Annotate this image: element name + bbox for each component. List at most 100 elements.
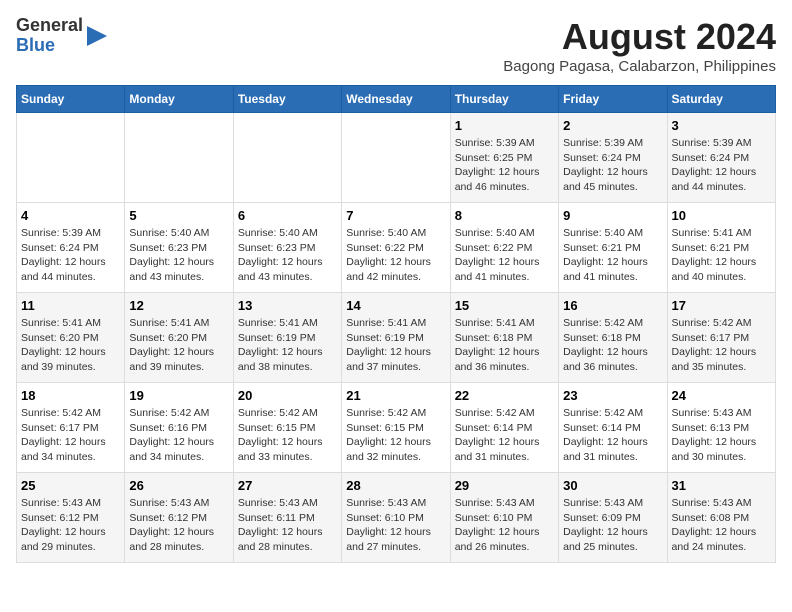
- calendar-cell: 30 Sunrise: 5:43 AM Sunset: 6:09 PM Dayli…: [559, 473, 667, 563]
- calendar-week-row: 25Sunrise: 5:43 AM Sunset: 6:12 PM Dayli…: [17, 473, 776, 563]
- day-number: 15: [455, 298, 554, 313]
- calendar-cell: [125, 113, 233, 203]
- logo-blue: Blue: [16, 35, 55, 55]
- cell-content: Sunrise: 5:43 AM Sunset: 6:13 PM Dayligh…: [672, 406, 771, 465]
- calendar-cell: 18Sunrise: 5:42 AM Sunset: 6:17 PM Dayli…: [17, 383, 125, 473]
- day-number: 21: [346, 388, 445, 403]
- cell-content: Sunrise: 5:40 AM Sunset: 6:21 PM Dayligh…: [563, 226, 662, 285]
- logo-arrow-icon: [87, 26, 107, 46]
- cell-content: Sunrise: 5:42 AM Sunset: 6:14 PM Dayligh…: [455, 406, 554, 465]
- cell-content: Sunrise: 5:41 AM Sunset: 6:19 PM Dayligh…: [346, 316, 445, 375]
- day-header-tuesday: Tuesday: [233, 86, 341, 113]
- day-number: 10: [672, 208, 771, 223]
- cell-content: Sunrise: 5:42 AM Sunset: 6:17 PM Dayligh…: [672, 316, 771, 375]
- calendar-table: SundayMondayTuesdayWednesdayThursdayFrid…: [16, 85, 776, 563]
- day-header-wednesday: Wednesday: [342, 86, 450, 113]
- calendar-cell: 15 Sunrise: 5:41 AM Sunset: 6:18 PM Dayli…: [450, 293, 558, 383]
- calendar-week-row: 11 Sunrise: 5:41 AM Sunset: 6:20 PM Dayli…: [17, 293, 776, 383]
- day-number: 31: [672, 478, 771, 493]
- cell-content: Sunrise: 5:43 AM Sunset: 6:11 PM Dayligh…: [238, 496, 337, 555]
- day-number: 27: [238, 478, 337, 493]
- day-number: 11: [21, 298, 120, 313]
- day-number: 9: [563, 208, 662, 223]
- day-number: 12: [129, 298, 228, 313]
- calendar-week-row: 4Sunrise: 5:39 AM Sunset: 6:24 PM Daylig…: [17, 203, 776, 293]
- cell-content: Sunrise: 5:42 AM Sunset: 6:14 PM Dayligh…: [563, 406, 662, 465]
- calendar-cell: 19 Sunrise: 5:42 AM Sunset: 6:16 PM Dayli…: [125, 383, 233, 473]
- day-number: 19: [129, 388, 228, 403]
- cell-content: Sunrise: 5:43 AM Sunset: 6:10 PM Dayligh…: [346, 496, 445, 555]
- calendar-cell: 11 Sunrise: 5:41 AM Sunset: 6:20 PM Dayli…: [17, 293, 125, 383]
- calendar-cell: [342, 113, 450, 203]
- cell-content: Sunrise: 5:42 AM Sunset: 6:15 PM Dayligh…: [238, 406, 337, 465]
- calendar-cell: 2Sunrise: 5:39 AM Sunset: 6:24 PM Daylig…: [559, 113, 667, 203]
- calendar-cell: 23 Sunrise: 5:42 AM Sunset: 6:14 PM Dayli…: [559, 383, 667, 473]
- calendar-cell: 6Sunrise: 5:40 AM Sunset: 6:23 PM Daylig…: [233, 203, 341, 293]
- calendar-cell: 29 Sunrise: 5:43 AM Sunset: 6:10 PM Dayli…: [450, 473, 558, 563]
- cell-content: Sunrise: 5:43 AM Sunset: 6:10 PM Dayligh…: [455, 496, 554, 555]
- calendar-cell: 3Sunrise: 5:39 AM Sunset: 6:24 PM Daylig…: [667, 113, 775, 203]
- cell-content: Sunrise: 5:41 AM Sunset: 6:18 PM Dayligh…: [455, 316, 554, 375]
- cell-content: Sunrise: 5:41 AM Sunset: 6:20 PM Dayligh…: [129, 316, 228, 375]
- day-header-monday: Monday: [125, 86, 233, 113]
- cell-content: Sunrise: 5:41 AM Sunset: 6:21 PM Dayligh…: [672, 226, 771, 285]
- day-number: 23: [563, 388, 662, 403]
- day-header-thursday: Thursday: [450, 86, 558, 113]
- day-number: 13: [238, 298, 337, 313]
- cell-content: Sunrise: 5:43 AM Sunset: 6:12 PM Dayligh…: [21, 496, 120, 555]
- calendar-cell: 22 Sunrise: 5:42 AM Sunset: 6:14 PM Dayli…: [450, 383, 558, 473]
- day-number: 18: [21, 388, 120, 403]
- calendar-cell: 28 Sunrise: 5:43 AM Sunset: 6:10 PM Dayli…: [342, 473, 450, 563]
- day-header-sunday: Sunday: [17, 86, 125, 113]
- calendar-cell: 24Sunrise: 5:43 AM Sunset: 6:13 PM Dayli…: [667, 383, 775, 473]
- calendar-week-row: 18Sunrise: 5:42 AM Sunset: 6:17 PM Dayli…: [17, 383, 776, 473]
- calendar-cell: 10 Sunrise: 5:41 AM Sunset: 6:21 PM Dayli…: [667, 203, 775, 293]
- cell-content: Sunrise: 5:43 AM Sunset: 6:12 PM Dayligh…: [129, 496, 228, 555]
- calendar-cell: 14Sunrise: 5:41 AM Sunset: 6:19 PM Dayli…: [342, 293, 450, 383]
- cell-content: Sunrise: 5:43 AM Sunset: 6:09 PM Dayligh…: [563, 496, 662, 555]
- calendar-cell: 12 Sunrise: 5:41 AM Sunset: 6:20 PM Dayli…: [125, 293, 233, 383]
- day-number: 30: [563, 478, 662, 493]
- cell-content: Sunrise: 5:43 AM Sunset: 6:08 PM Dayligh…: [672, 496, 771, 555]
- cell-content: Sunrise: 5:42 AM Sunset: 6:16 PM Dayligh…: [129, 406, 228, 465]
- calendar-cell: [233, 113, 341, 203]
- calendar-cell: 5Sunrise: 5:40 AM Sunset: 6:23 PM Daylig…: [125, 203, 233, 293]
- calendar-cell: 26 Sunrise: 5:43 AM Sunset: 6:12 PM Dayli…: [125, 473, 233, 563]
- title-area: August 2024 Bagong Pagasa, Calabarzon, P…: [503, 16, 776, 75]
- calendar-cell: 4Sunrise: 5:39 AM Sunset: 6:24 PM Daylig…: [17, 203, 125, 293]
- day-header-saturday: Saturday: [667, 86, 775, 113]
- header: General Blue August 2024 Bagong Pagasa, …: [16, 16, 776, 75]
- calendar-cell: 8Sunrise: 5:40 AM Sunset: 6:22 PM Daylig…: [450, 203, 558, 293]
- calendar-cell: 25Sunrise: 5:43 AM Sunset: 6:12 PM Dayli…: [17, 473, 125, 563]
- cell-content: Sunrise: 5:39 AM Sunset: 6:25 PM Dayligh…: [455, 136, 554, 195]
- day-number: 2: [563, 118, 662, 133]
- main-title: August 2024: [503, 16, 776, 58]
- day-number: 28: [346, 478, 445, 493]
- calendar-cell: 17 Sunrise: 5:42 AM Sunset: 6:17 PM Dayli…: [667, 293, 775, 383]
- cell-content: Sunrise: 5:39 AM Sunset: 6:24 PM Dayligh…: [672, 136, 771, 195]
- calendar-cell: 13Sunrise: 5:41 AM Sunset: 6:19 PM Dayli…: [233, 293, 341, 383]
- calendar-header-row: SundayMondayTuesdayWednesdayThursdayFrid…: [17, 86, 776, 113]
- day-number: 26: [129, 478, 228, 493]
- cell-content: Sunrise: 5:40 AM Sunset: 6:22 PM Dayligh…: [455, 226, 554, 285]
- calendar-cell: [17, 113, 125, 203]
- calendar-cell: 20 Sunrise: 5:42 AM Sunset: 6:15 PM Dayli…: [233, 383, 341, 473]
- calendar-cell: 31 Sunrise: 5:43 AM Sunset: 6:08 PM Dayli…: [667, 473, 775, 563]
- day-number: 1: [455, 118, 554, 133]
- cell-content: Sunrise: 5:41 AM Sunset: 6:20 PM Dayligh…: [21, 316, 120, 375]
- day-number: 29: [455, 478, 554, 493]
- calendar-cell: 9 Sunrise: 5:40 AM Sunset: 6:21 PM Daylig…: [559, 203, 667, 293]
- calendar-cell: 1 Sunrise: 5:39 AM Sunset: 6:25 PM Daylig…: [450, 113, 558, 203]
- cell-content: Sunrise: 5:40 AM Sunset: 6:23 PM Dayligh…: [129, 226, 228, 285]
- day-number: 16: [563, 298, 662, 313]
- cell-content: Sunrise: 5:42 AM Sunset: 6:15 PM Dayligh…: [346, 406, 445, 465]
- day-number: 22: [455, 388, 554, 403]
- day-number: 17: [672, 298, 771, 313]
- day-header-friday: Friday: [559, 86, 667, 113]
- cell-content: Sunrise: 5:42 AM Sunset: 6:18 PM Dayligh…: [563, 316, 662, 375]
- cell-content: Sunrise: 5:40 AM Sunset: 6:22 PM Dayligh…: [346, 226, 445, 285]
- calendar-cell: 21 Sunrise: 5:42 AM Sunset: 6:15 PM Dayli…: [342, 383, 450, 473]
- day-number: 20: [238, 388, 337, 403]
- calendar-cell: 16 Sunrise: 5:42 AM Sunset: 6:18 PM Dayli…: [559, 293, 667, 383]
- logo-text: General Blue: [16, 16, 83, 56]
